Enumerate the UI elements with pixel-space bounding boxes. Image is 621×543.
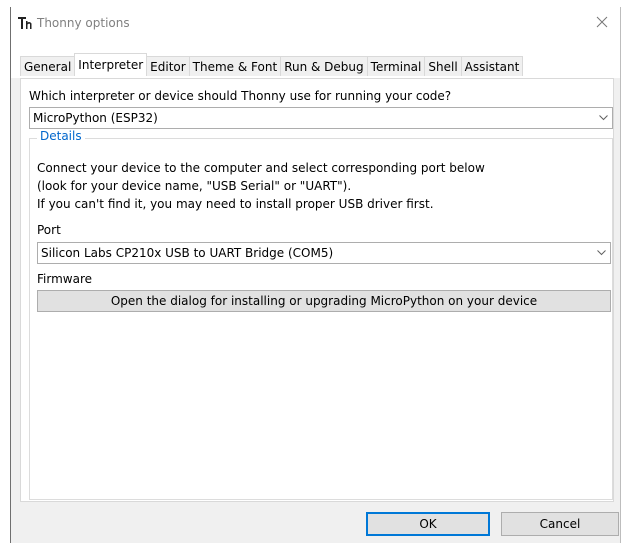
interpreter-question: Which interpreter or device should Thonn…: [29, 89, 452, 103]
close-button[interactable]: [584, 7, 620, 39]
cancel-button[interactable]: Cancel: [501, 512, 619, 536]
options-dialog: Thonny options General Interpreter Edito…: [10, 7, 621, 543]
interpreter-select[interactable]: MicroPython (ESP32): [29, 107, 613, 129]
title-bar: Thonny options: [11, 7, 620, 43]
chevron-down-icon[interactable]: [592, 243, 610, 263]
ok-button[interactable]: OK: [366, 512, 490, 536]
tab-theme-font[interactable]: Theme & Font: [188, 56, 282, 76]
tab-terminal[interactable]: Terminal: [366, 56, 426, 76]
port-select[interactable]: Silicon Labs CP210x USB to UART Bridge (…: [37, 242, 611, 264]
details-description-line-1: Connect your device to the computer and …: [37, 161, 485, 175]
details-description-line-3: If you can't find it, you may need to in…: [37, 197, 434, 211]
tab-general[interactable]: General: [20, 56, 76, 76]
port-select-value: Silicon Labs CP210x USB to UART Bridge (…: [41, 246, 334, 260]
tab-editor[interactable]: Editor: [146, 56, 190, 76]
tab-run-debug[interactable]: Run & Debug: [280, 56, 368, 76]
close-icon: [596, 16, 608, 31]
chevron-down-icon[interactable]: [594, 108, 612, 128]
details-description-line-2: (look for your device name, "USB Serial"…: [37, 179, 352, 193]
tab-assistant[interactable]: Assistant: [460, 56, 524, 76]
interpreter-page: Which interpreter or device should Thonn…: [20, 78, 614, 502]
interpreter-select-value: MicroPython (ESP32): [33, 111, 158, 125]
install-firmware-button[interactable]: Open the dialog for installing or upgrad…: [37, 290, 611, 312]
firmware-label: Firmware: [37, 272, 92, 286]
window-title: Thonny options: [37, 16, 130, 30]
tab-interpreter[interactable]: Interpreter: [74, 53, 148, 76]
thonny-logo-icon: [17, 15, 33, 31]
tab-shell[interactable]: Shell: [424, 56, 462, 76]
details-label: Details: [37, 129, 85, 143]
tab-bar: General Interpreter Editor Theme & Font …: [11, 43, 620, 78]
port-label: Port: [37, 223, 61, 237]
